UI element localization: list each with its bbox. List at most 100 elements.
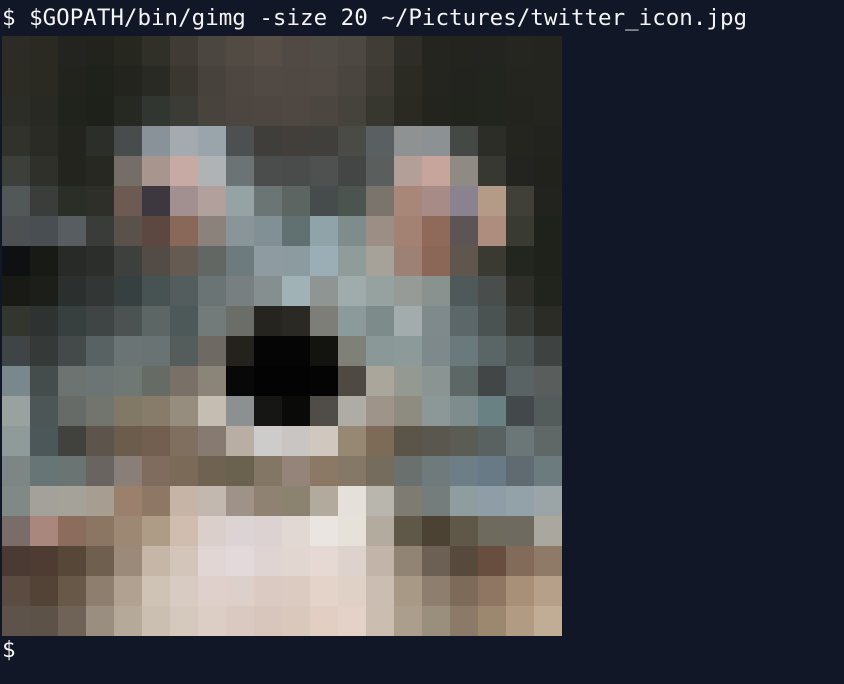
- image-pixel: [30, 546, 58, 576]
- image-pixel: [2, 366, 30, 396]
- image-pixel: [254, 246, 282, 276]
- image-pixel: [114, 516, 142, 546]
- image-pixel: [30, 156, 58, 186]
- image-pixel: [30, 186, 58, 216]
- image-pixel: [142, 246, 170, 276]
- image-pixel: [142, 156, 170, 186]
- image-pixel: [170, 216, 198, 246]
- image-pixel: [170, 456, 198, 486]
- image-pixel: [86, 126, 114, 156]
- image-pixel: [534, 456, 562, 486]
- image-pixel: [282, 66, 310, 96]
- image-pixel: [254, 366, 282, 396]
- terminal-window[interactable]: $ $GOPATH/bin/gimg -size 20 ~/Pictures/t…: [0, 0, 844, 684]
- image-pixel: [2, 66, 30, 96]
- image-pixel: [282, 456, 310, 486]
- image-pixel: [450, 126, 478, 156]
- image-pixel: [198, 546, 226, 576]
- image-pixel: [30, 366, 58, 396]
- image-pixel: [450, 246, 478, 276]
- image-pixel: [226, 456, 254, 486]
- image-pixel: [338, 516, 366, 546]
- image-pixel: [366, 336, 394, 366]
- image-pixel: [478, 396, 506, 426]
- image-pixel: [310, 66, 338, 96]
- image-pixel: [142, 396, 170, 426]
- image-pixel: [30, 606, 58, 636]
- image-pixel: [114, 426, 142, 456]
- image-pixel: [534, 246, 562, 276]
- image-pixel: [198, 186, 226, 216]
- image-pixel: [506, 156, 534, 186]
- image-pixel: [254, 546, 282, 576]
- image-pixel: [254, 486, 282, 516]
- image-pixel: [478, 126, 506, 156]
- image-pixel: [506, 606, 534, 636]
- image-pixel: [114, 126, 142, 156]
- image-pixel: [58, 606, 86, 636]
- image-pixel: [534, 186, 562, 216]
- image-pixel: [198, 156, 226, 186]
- image-pixel: [86, 456, 114, 486]
- image-pixel: [142, 546, 170, 576]
- image-pixel: [114, 546, 142, 576]
- image-pixel: [226, 546, 254, 576]
- image-pixel: [2, 186, 30, 216]
- image-pixel: [170, 576, 198, 606]
- image-pixel: [198, 306, 226, 336]
- image-pixel: [58, 126, 86, 156]
- image-pixel: [394, 216, 422, 246]
- image-pixel: [58, 396, 86, 426]
- image-pixel: [478, 36, 506, 66]
- image-pixel: [366, 486, 394, 516]
- image-pixel: [506, 486, 534, 516]
- image-pixel: [86, 486, 114, 516]
- image-pixel: [394, 486, 422, 516]
- image-pixel: [366, 126, 394, 156]
- image-pixel: [422, 366, 450, 396]
- image-pixel: [282, 276, 310, 306]
- image-pixel: [394, 246, 422, 276]
- image-pixel: [2, 546, 30, 576]
- image-pixel: [450, 456, 478, 486]
- image-pixel: [30, 396, 58, 426]
- image-pixel: [58, 426, 86, 456]
- image-pixel: [450, 66, 478, 96]
- image-pixel: [198, 516, 226, 546]
- image-pixel: [506, 216, 534, 246]
- image-pixel: [86, 246, 114, 276]
- image-pixel: [506, 186, 534, 216]
- image-pixel: [86, 66, 114, 96]
- image-pixel: [2, 576, 30, 606]
- image-pixel: [534, 516, 562, 546]
- image-pixel: [226, 366, 254, 396]
- image-pixel: [254, 396, 282, 426]
- image-pixel: [366, 426, 394, 456]
- image-pixel: [86, 426, 114, 456]
- image-pixel: [366, 606, 394, 636]
- image-pixel: [30, 306, 58, 336]
- image-pixel: [310, 246, 338, 276]
- image-pixel: [534, 306, 562, 336]
- image-pixel: [478, 276, 506, 306]
- image-pixel: [226, 306, 254, 336]
- image-pixel: [366, 366, 394, 396]
- image-pixel: [422, 516, 450, 546]
- image-pixel: [394, 516, 422, 546]
- image-pixel: [394, 576, 422, 606]
- image-pixel: [282, 576, 310, 606]
- image-pixel: [338, 276, 366, 306]
- image-pixel: [422, 606, 450, 636]
- image-pixel: [170, 66, 198, 96]
- image-pixel: [310, 36, 338, 66]
- image-pixel: [394, 396, 422, 426]
- image-pixel: [422, 306, 450, 336]
- image-pixel: [86, 606, 114, 636]
- image-pixel: [534, 366, 562, 396]
- image-pixel: [338, 486, 366, 516]
- image-pixel: [394, 66, 422, 96]
- prompt-line[interactable]: $: [2, 634, 16, 666]
- image-pixel: [422, 186, 450, 216]
- image-pixel: [366, 576, 394, 606]
- image-pixel: [394, 126, 422, 156]
